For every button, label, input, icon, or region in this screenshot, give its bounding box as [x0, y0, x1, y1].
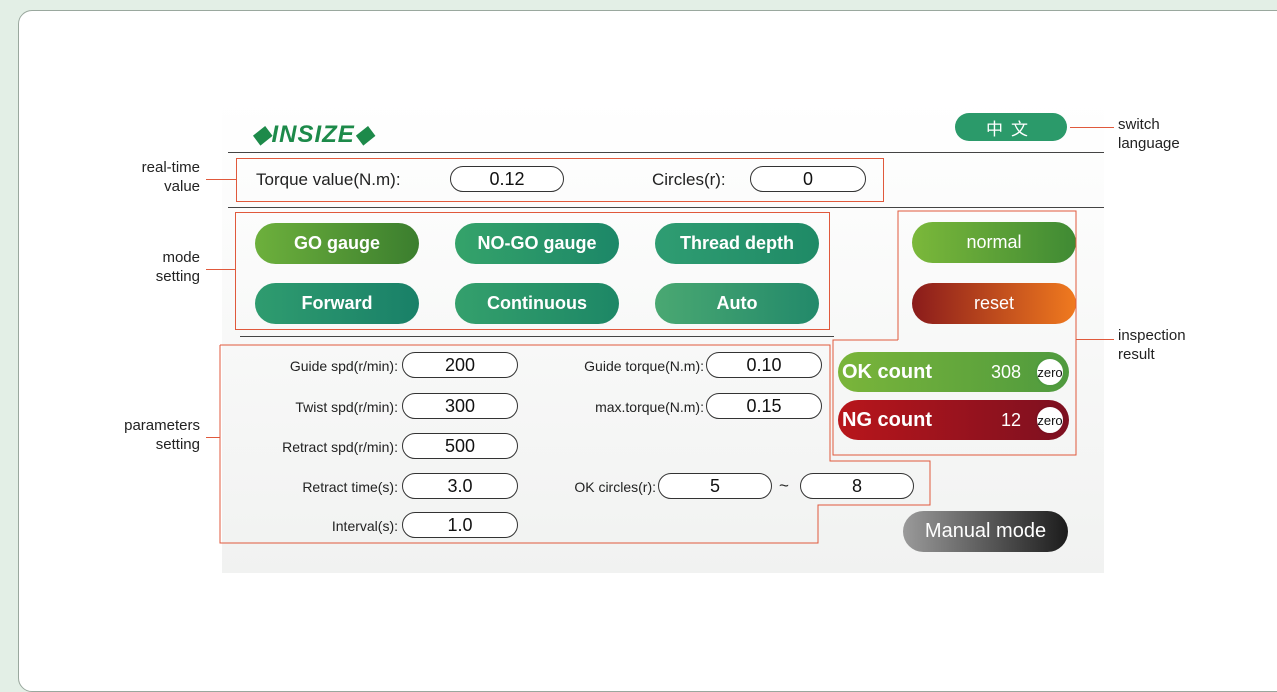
guide-spd-label: Guide spd(r/min): — [289, 358, 398, 374]
realtime-leader — [206, 179, 236, 180]
params-annotation: parameters setting — [80, 416, 200, 454]
inspection-result-outline — [832, 210, 1077, 456]
realtime-annotation-line1: real-time — [141, 159, 200, 176]
mode-annotation-line1: mode — [162, 249, 200, 266]
retract-time-input[interactable]: 3.0 — [402, 473, 518, 499]
inspection-leader — [1076, 339, 1114, 340]
ok-circles-label: OK circles(r): — [574, 479, 656, 495]
retract-spd-input[interactable]: 500 — [402, 433, 518, 459]
guide-spd-input[interactable]: 200 — [402, 352, 518, 378]
inspection-annotation-line1: inspection — [1118, 327, 1186, 344]
range-tilde: ~ — [779, 476, 789, 495]
retract-time-label: Retract time(s): — [302, 479, 398, 495]
params-leader — [206, 437, 220, 438]
annotation-outlines — [219, 210, 1077, 544]
params-annotation-line1: parameters — [124, 417, 200, 434]
ok-circles-min-input[interactable]: 5 — [658, 473, 772, 499]
manual-mode-button[interactable]: Manual mode — [903, 511, 1068, 552]
interval-input[interactable]: 1.0 — [402, 512, 518, 538]
max-torque-input[interactable]: 0.15 — [706, 393, 822, 419]
switch-language-annotation: switch language — [1118, 115, 1180, 153]
mode-annotation: mode setting — [100, 248, 200, 286]
mode-annotation-line2: setting — [155, 268, 200, 285]
guide-torque-label: Guide torque(N.m): — [584, 358, 704, 374]
twist-spd-input[interactable]: 300 — [402, 393, 518, 419]
switch-annotation-line2: language — [1118, 135, 1180, 152]
realtime-annotation: real-time value — [100, 158, 200, 196]
ok-circles-max-input[interactable]: 8 — [800, 473, 914, 499]
inspection-annotation: inspection result — [1118, 326, 1186, 364]
realtime-annotation-line2: value — [164, 178, 200, 195]
switch-annotation-line1: switch — [1118, 116, 1160, 133]
params-annotation-line2: setting — [155, 436, 200, 453]
switch-language-leader — [1070, 127, 1114, 128]
retract-spd-label: Retract spd(r/min): — [282, 439, 398, 455]
inspection-annotation-line2: result — [1118, 346, 1155, 363]
twist-spd-label: Twist spd(r/min): — [295, 399, 398, 415]
max-torque-label: max.torque(N.m): — [595, 399, 704, 415]
mode-leader — [206, 269, 235, 270]
guide-torque-input[interactable]: 0.10 — [706, 352, 822, 378]
interval-label: Interval(s): — [331, 518, 398, 534]
